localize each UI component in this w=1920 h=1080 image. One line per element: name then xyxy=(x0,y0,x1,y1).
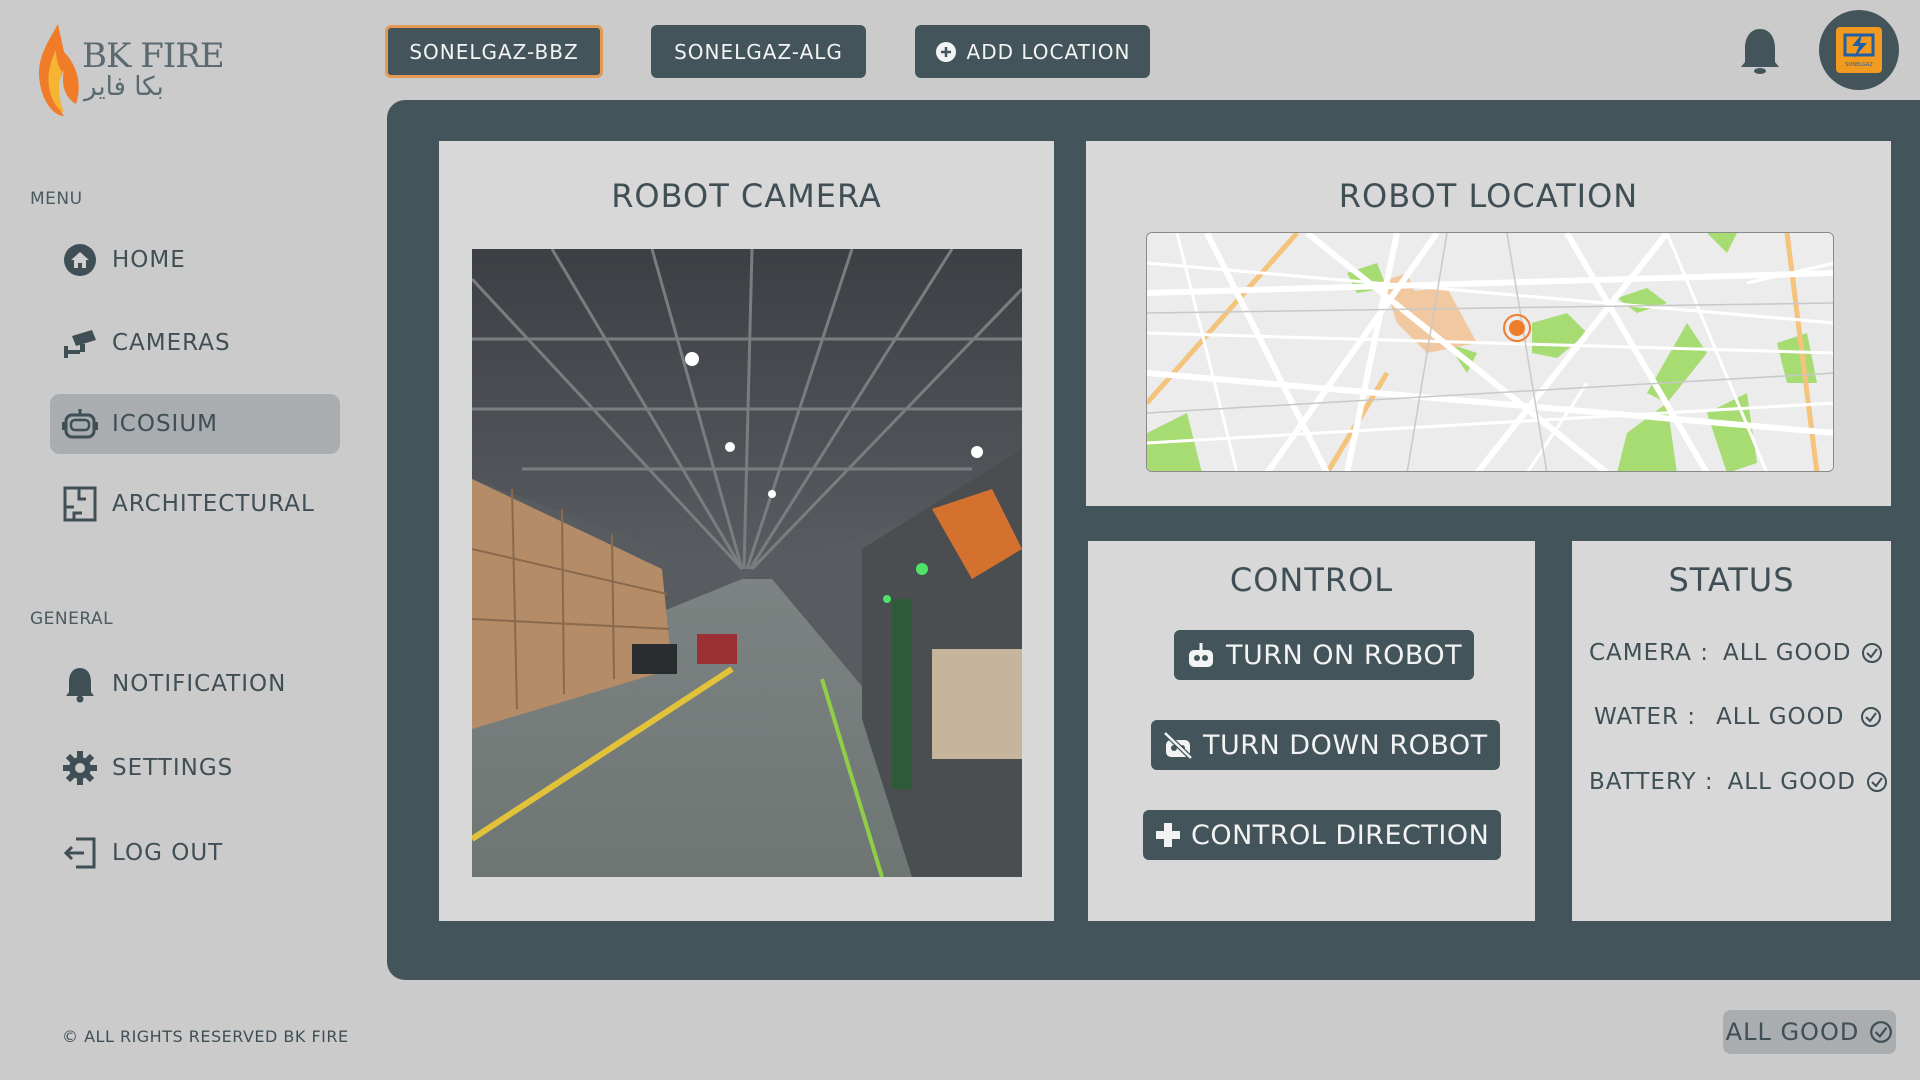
control-direction-button[interactable]: CONTROL DIRECTION xyxy=(1143,810,1502,860)
status-card: STATUS CAMERA : ALL GOOD WATER : ALL GOO… xyxy=(1572,541,1891,921)
gear-icon xyxy=(60,748,100,788)
status-row-camera: CAMERA : ALL GOOD xyxy=(1589,640,1883,666)
bell-icon xyxy=(1741,29,1779,74)
sidebar-item-label: ICOSIUM xyxy=(112,411,219,437)
floor-plan-icon xyxy=(60,484,100,524)
tab-sonelgaz-alg[interactable]: SONELGAZ-ALG xyxy=(651,25,866,78)
sidebar-item-label: ARCHITECTURAL xyxy=(112,491,315,517)
robot-camera-card: ROBOT CAMERA xyxy=(439,141,1054,921)
dpad-icon xyxy=(1156,823,1180,847)
turn-down-robot-button[interactable]: TURN DOWN ROBOT xyxy=(1151,720,1500,770)
robot-icon xyxy=(1189,643,1213,667)
sidebar-item-cameras[interactable]: CAMERAS xyxy=(50,313,340,373)
avatar[interactable]: SONELGAZ xyxy=(1819,10,1899,90)
button-label: TURN DOWN ROBOT xyxy=(1203,729,1488,761)
camera-feed[interactable] xyxy=(472,249,1022,877)
flame-icon xyxy=(38,24,79,116)
sidebar-item-icosium[interactable]: ICOSIUM xyxy=(50,394,340,454)
check-circle-icon xyxy=(1861,707,1882,727)
sidebar-item-architectural[interactable]: ARCHITECTURAL xyxy=(50,474,340,534)
button-label: CONTROL DIRECTION xyxy=(1191,819,1490,851)
status-key: CAMERA : xyxy=(1589,640,1710,666)
location-map[interactable] xyxy=(1146,232,1834,472)
robot-location-card: ROBOT LOCATION xyxy=(1086,141,1891,506)
status-row-battery: BATTERY : ALL GOOD xyxy=(1589,769,1888,795)
bell-icon xyxy=(60,664,100,704)
sidebar-item-logout[interactable]: LOG OUT xyxy=(50,823,340,883)
global-status-badge[interactable]: ALL GOOD xyxy=(1723,1010,1896,1054)
copyright-footer: © ALL RIGHTS RESERVED BK FIRE xyxy=(62,1027,349,1046)
tab-sonelgaz-bbz[interactable]: SONELGAZ-BBZ xyxy=(385,25,603,78)
sidebar-item-home[interactable]: HOME xyxy=(50,230,340,290)
cctv-camera-icon xyxy=(60,323,100,363)
robot-location-title: ROBOT LOCATION xyxy=(1338,177,1639,215)
sidebar-item-label: SETTINGS xyxy=(112,755,234,781)
global-status-label: ALL GOOD xyxy=(1725,1018,1860,1046)
sidebar-item-label: NOTIFICATION xyxy=(112,671,287,697)
brand-name: BK FIRE xyxy=(82,36,225,76)
check-circle-icon xyxy=(1862,643,1883,663)
sidebar-item-label: LOG OUT xyxy=(112,840,224,866)
status-key: BATTERY : xyxy=(1589,769,1714,795)
tab-label: SONELGAZ-BBZ xyxy=(409,39,579,64)
sidebar-item-label: HOME xyxy=(112,247,186,273)
menu-section-label: MENU xyxy=(30,189,83,209)
robot-camera-title: ROBOT CAMERA xyxy=(611,177,882,215)
general-section-label: GENERAL xyxy=(30,609,114,629)
turn-on-robot-button[interactable]: TURN ON ROBOT xyxy=(1174,630,1475,680)
status-title: STATUS xyxy=(1668,561,1795,599)
brand-logo: BK FIRE بكا فاير xyxy=(30,20,230,120)
notification-bell-button[interactable] xyxy=(1739,26,1781,80)
tab-label: SONELGAZ-ALG xyxy=(674,39,843,64)
brand-name-arabic: بكا فاير xyxy=(84,72,164,102)
add-location-button[interactable]: ADD LOCATION xyxy=(915,25,1150,78)
lightning-icon xyxy=(1843,33,1875,58)
status-value: ALL GOOD xyxy=(1716,704,1845,730)
robot-icon xyxy=(60,404,100,444)
status-value: ALL GOOD xyxy=(1723,640,1852,666)
check-circle-icon xyxy=(1867,772,1887,792)
plus-circle-icon xyxy=(935,41,956,62)
add-location-label: ADD LOCATION xyxy=(966,39,1131,64)
sidebar-item-notification[interactable]: NOTIFICATION xyxy=(50,654,340,714)
check-circle-icon xyxy=(1870,1021,1893,1043)
status-row-water: WATER : ALL GOOD xyxy=(1594,704,1882,730)
sonelgaz-logo: SONELGAZ xyxy=(1836,27,1882,73)
control-title: CONTROL xyxy=(1229,561,1394,599)
sidebar-item-label: CAMERAS xyxy=(112,330,231,356)
status-value: ALL GOOD xyxy=(1727,769,1856,795)
warehouse-camera-image xyxy=(472,249,1022,877)
status-key: WATER : xyxy=(1594,704,1697,730)
button-label: TURN ON ROBOT xyxy=(1226,639,1463,671)
avatar-label: SONELGAZ xyxy=(1845,62,1873,68)
control-card: CONTROL TURN ON ROBOT TURN DOWN ROBOT CO… xyxy=(1088,541,1535,921)
sidebar-item-settings[interactable]: SETTINGS xyxy=(50,738,340,798)
home-icon xyxy=(60,240,100,280)
robot-off-icon xyxy=(1163,731,1193,759)
street-map-image xyxy=(1147,233,1833,471)
logout-icon xyxy=(60,833,100,873)
